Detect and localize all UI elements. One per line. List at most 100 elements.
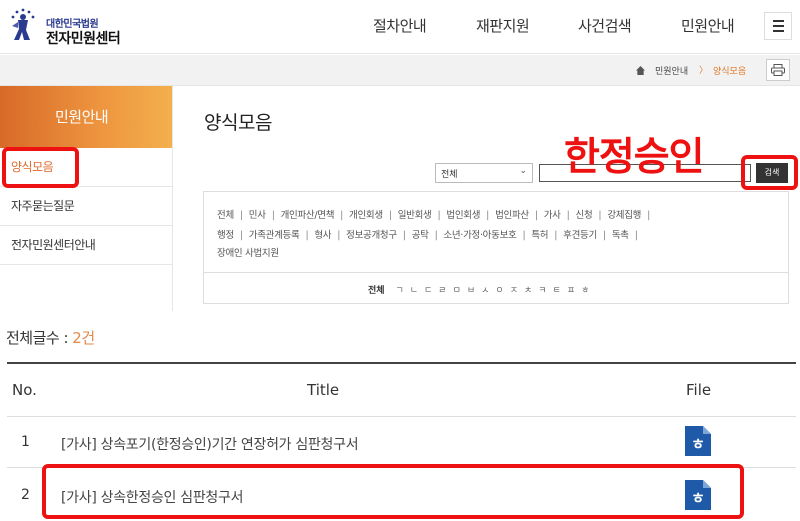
category-link[interactable]: 민사 <box>249 210 266 221</box>
court-emblem-icon <box>11 8 35 40</box>
category-separator: | <box>634 230 638 241</box>
consonant-link[interactable]: ㅁ <box>453 286 461 296</box>
chevron-down-icon: ⌄ <box>519 166 527 176</box>
category-link[interactable]: 개인회생 <box>349 210 383 221</box>
category-link[interactable]: 법인회생 <box>446 210 480 221</box>
site-header: 대한민국법원 전자민원센터 절차안내 재판지원 사건검색 민원안내 <box>0 0 800 54</box>
category-separator: | <box>388 210 392 221</box>
nav-procedure[interactable]: 절차안내 <box>373 15 427 36</box>
svg-text:ㅎ: ㅎ <box>691 435 705 453</box>
consonant-link[interactable]: ㅋ <box>538 286 546 296</box>
consonant-link[interactable]: ㄱ <box>395 286 403 296</box>
consonant-link[interactable]: ㅊ <box>524 286 532 296</box>
category-link[interactable]: 후견등기 <box>563 230 597 241</box>
category-link[interactable]: 신청 <box>576 210 593 221</box>
annotation-box-forms <box>2 147 79 188</box>
category-link[interactable]: 장애인 사법지원 <box>217 248 279 259</box>
category-separator: | <box>337 230 341 241</box>
category-separator: | <box>239 230 243 241</box>
category-separator: | <box>602 230 606 241</box>
category-separator: | <box>271 210 275 221</box>
annotation-label: 한정승인 <box>564 135 705 180</box>
category-line: 전체 | 민사 | 개인파산/면책 | 개인회생 | 일반회생 | 법인회생 | 법인파산 | 가사 | 신청 |… <box>217 207 656 221</box>
category-link[interactable]: 가족관계등록 <box>249 230 300 241</box>
category-separator: | <box>239 210 243 221</box>
nav-trial-support[interactable]: 재판지원 <box>476 15 530 36</box>
count-value: 2건 <box>72 329 95 347</box>
category-link[interactable]: 강제집행 <box>607 210 641 221</box>
annotation-box-row <box>42 464 744 519</box>
total-count: 전체글수 : 2건 <box>6 327 95 348</box>
category-link[interactable]: 독촉 <box>612 230 629 241</box>
category-line: 행정 | 가족관계등록 | 형사 | 정보공개청구 | 공탁 | 소년·가정·아동보호 | 특허 | 후견등… <box>217 227 644 241</box>
breadcrumb-parent[interactable]: 민원안내 <box>655 64 688 77</box>
sidebar-header: 민원안내 <box>0 86 172 148</box>
consonant-link[interactable]: ㅎ <box>581 286 589 296</box>
consonant-link[interactable]: ㄷ <box>424 286 432 296</box>
sidebar-divider <box>172 86 173 311</box>
column-header-no: No. <box>12 381 37 399</box>
count-label: 전체글수 : <box>6 329 73 347</box>
category-link[interactable]: 일반회생 <box>398 210 432 221</box>
category-link[interactable]: 정보공개청구 <box>346 230 397 241</box>
category-separator: | <box>434 230 438 241</box>
breadcrumb-current: 양식모음 <box>713 67 747 77</box>
category-link[interactable]: 행정 <box>217 230 234 241</box>
sidebar-title: 민원안내 <box>55 108 109 126</box>
category-separator: | <box>566 210 570 221</box>
category-separator: | <box>340 210 344 221</box>
category-link[interactable]: 전체 <box>217 210 234 221</box>
consonant-index: 전체 ㄱㄴㄷㄹㅁㅂㅅㅇㅈㅊㅋㅌㅍㅎ <box>368 283 595 296</box>
consonant-link[interactable]: ㅅ <box>481 286 489 296</box>
category-separator: | <box>402 230 406 241</box>
column-header-file: File <box>686 381 712 399</box>
category-separator: | <box>305 230 309 241</box>
category-separator: | <box>647 210 650 221</box>
hamburger-menu-icon[interactable] <box>764 12 792 40</box>
category-link[interactable]: 소년·가정·아동보호 <box>443 230 516 241</box>
category-separator: | <box>534 210 538 221</box>
category-separator: | <box>554 230 558 241</box>
row-divider <box>7 416 796 417</box>
category-line: 장애인 사법지원 <box>217 245 279 259</box>
table-row-title[interactable]: [가사] 상속포기(한정승인)기간 연장허가 심판청구서 <box>61 434 359 454</box>
home-icon[interactable] <box>636 66 645 75</box>
court-logo[interactable]: 대한민국법원 전자민원센터 <box>6 6 136 48</box>
table-row-no: 2 <box>21 487 30 503</box>
category-separator: | <box>598 210 602 221</box>
category-link[interactable]: 가사 <box>544 210 561 221</box>
category-filter-box: 전체 | 민사 | 개인파산/면책 | 개인회생 | 일반회생 | 법인회생 | 법인파산 | 가사 | 신청 |… <box>203 191 789 304</box>
category-link[interactable]: 특허 <box>531 230 548 241</box>
nav-civil-service[interactable]: 민원안내 <box>681 15 735 36</box>
consonant-link[interactable]: ㄴ <box>410 286 418 296</box>
filter-divider <box>204 272 788 273</box>
print-icon[interactable] <box>766 59 790 81</box>
consonant-all[interactable]: 전체 <box>368 286 385 296</box>
hwp-file-icon[interactable]: ㅎ <box>685 426 711 456</box>
sidebar-item-faq[interactable]: 자주묻는질문 <box>0 187 172 226</box>
category-select-value: 전체 <box>441 170 458 180</box>
page-title: 양식모음 <box>204 112 272 134</box>
breadcrumb-separator: 〉 <box>699 66 709 76</box>
category-separator: | <box>486 210 490 221</box>
nav-case-search[interactable]: 사건검색 <box>578 15 632 36</box>
column-header-title: Title <box>307 381 340 399</box>
location-bar: 민원안내 〉 양식모음 <box>0 55 800 86</box>
category-separator: | <box>437 210 441 221</box>
consonant-link[interactable]: ㅍ <box>567 286 575 296</box>
table-top-border <box>7 362 796 364</box>
consonant-link[interactable]: ㅌ <box>553 286 561 296</box>
table-row-no: 1 <box>21 434 30 450</box>
sidebar-item-center-info[interactable]: 전자민원센터안내 <box>0 226 172 265</box>
category-select[interactable]: 전체 ⌄ <box>435 163 533 183</box>
consonant-link[interactable]: ㅂ <box>467 286 475 296</box>
annotation-box-search <box>741 155 798 190</box>
consonant-link[interactable]: ㅇ <box>495 286 503 296</box>
consonant-link[interactable]: ㅈ <box>510 286 518 296</box>
consonant-link[interactable]: ㄹ <box>438 286 446 296</box>
category-separator: | <box>522 230 526 241</box>
category-link[interactable]: 개인파산/면책 <box>281 210 335 221</box>
category-link[interactable]: 공탁 <box>412 230 429 241</box>
category-link[interactable]: 법인파산 <box>495 210 529 221</box>
category-link[interactable]: 형사 <box>314 230 331 241</box>
